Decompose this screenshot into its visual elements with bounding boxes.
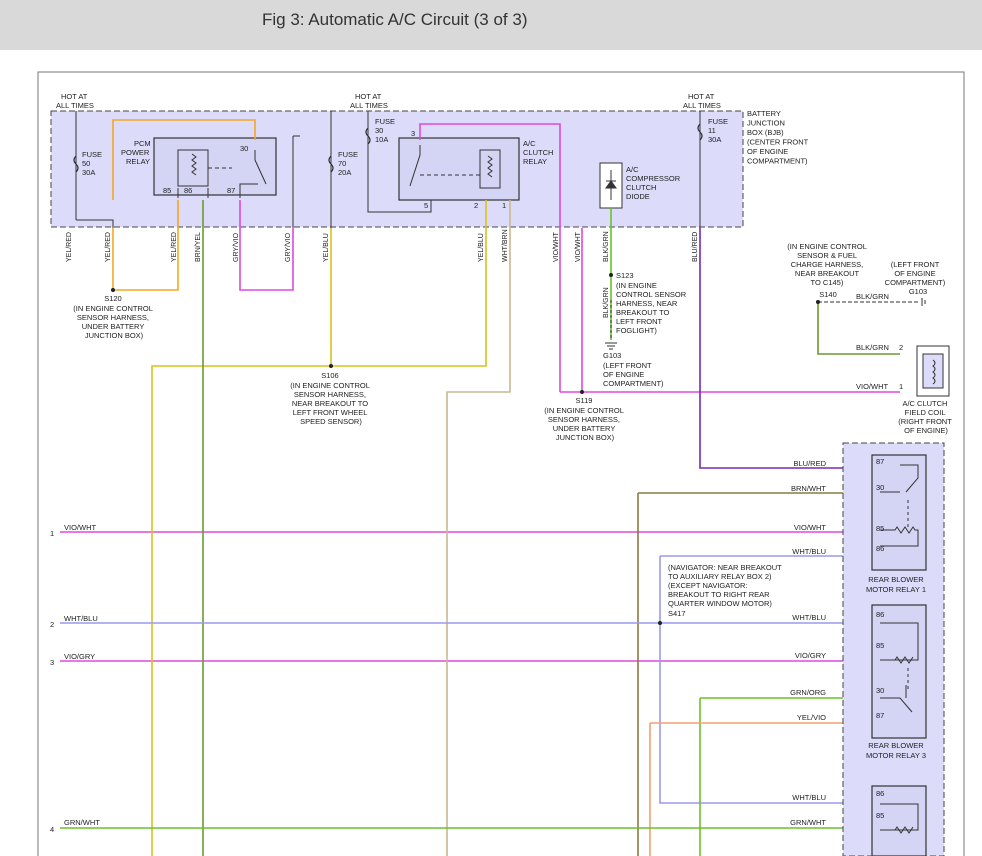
svg-text:3: 3 xyxy=(50,658,54,667)
relay-1-pin-86: 86 xyxy=(876,544,884,553)
ac-pin-1: 1 xyxy=(502,201,506,210)
svg-text:YEL/RED: YEL/RED xyxy=(171,232,178,262)
svg-text:VIO/WHT: VIO/WHT xyxy=(64,523,96,532)
pcm-pin-85: 85 xyxy=(163,186,171,195)
colored-wires xyxy=(60,119,900,856)
coil-pin-1: 1 xyxy=(899,382,903,391)
relay-3-pin-86: 86 xyxy=(876,610,884,619)
hot-label-3: HOT AT ALL TIMES xyxy=(683,92,721,110)
s106-label: S106 (IN ENGINE CONTROL SENSOR HARNESS, … xyxy=(290,371,371,426)
g103-left-label: G103 (LEFT FRONT OF ENGINE COMPARTMENT) xyxy=(603,351,664,388)
s140-label: (IN ENGINE CONTROL SENSOR & FUEL CHARGE … xyxy=(787,242,868,299)
right-wire-labels: BLU/RED BRN/WHT VIO/WHT WHT/BLU WHT/BLU … xyxy=(790,459,826,827)
relay-3-pin-87: 87 xyxy=(876,711,884,720)
svg-text:VIO/WHT: VIO/WHT xyxy=(553,231,560,262)
hot-label-1: HOT AT ALL TIMES xyxy=(56,92,94,110)
svg-text:VIO/WHT: VIO/WHT xyxy=(575,231,582,262)
svg-text:BLU/RED: BLU/RED xyxy=(793,459,826,468)
relay-1-pin-30: 30 xyxy=(876,483,884,492)
relay-1-pin-87: 87 xyxy=(876,457,884,466)
svg-text:WHT/BRN: WHT/BRN xyxy=(502,229,509,262)
hot-label-2: HOT AT ALL TIMES xyxy=(350,92,388,110)
relay-4-pin-86: 86 xyxy=(876,789,884,798)
svg-text:WHT/BLU: WHT/BLU xyxy=(792,793,826,802)
svg-text:BRN/YEL: BRN/YEL xyxy=(195,232,202,262)
svg-text:GRY/VIO: GRY/VIO xyxy=(233,232,240,262)
svg-text:VIO/GRY: VIO/GRY xyxy=(64,652,95,661)
bjb-label: BATTERY JUNCTION BOX (BJB) (CENTER FRONT… xyxy=(747,109,810,166)
svg-text:YEL/VIO: YEL/VIO xyxy=(797,713,826,722)
relay-4-pin-85: 85 xyxy=(876,811,884,820)
relay-1-label: REAR BLOWER MOTOR RELAY 1 xyxy=(866,575,926,594)
pcm-pin-30: 30 xyxy=(240,144,248,153)
g103-right-label: (LEFT FRONT OF ENGINE COMPARTMENT) G103 xyxy=(885,260,948,296)
svg-text:GRY/VIO: GRY/VIO xyxy=(285,232,292,262)
relay-1-pin-85: 85 xyxy=(876,524,884,533)
svg-text:4: 4 xyxy=(50,825,54,834)
relay-3-pin-30: 30 xyxy=(876,686,884,695)
svg-text:VIO/WHT: VIO/WHT xyxy=(794,523,826,532)
relay-3-label: REAR BLOWER MOTOR RELAY 3 xyxy=(866,741,926,760)
s119-label: S119 (IN ENGINE CONTROL SENSOR HARNESS, … xyxy=(544,396,625,442)
ac-clutch-relay xyxy=(398,137,520,201)
ac-pin-2: 2 xyxy=(474,201,478,210)
svg-text:YEL/RED: YEL/RED xyxy=(105,232,112,262)
coil-wire-label-1: BLK/GRN xyxy=(856,343,889,352)
coil-wire-label-2: VIO/WHT xyxy=(856,382,888,391)
svg-text:BLK/GRN: BLK/GRN xyxy=(603,231,610,262)
s123-label: S123 (IN ENGINE CONTROL SENSOR HARNESS, … xyxy=(616,271,688,335)
s120-label: S120 (IN ENGINE CONTROL SENSOR HARNESS, … xyxy=(73,294,154,340)
coil-pin-2: 2 xyxy=(899,343,903,352)
left-rows: 1 VIO/WHT 2 WHT/BLU 3 VIO/GRY 4 GRN/WHT xyxy=(50,523,100,834)
svg-text:2: 2 xyxy=(50,620,54,629)
pcm-pin-87: 87 xyxy=(227,186,235,195)
wiring-diagram: BATTERY JUNCTION BOX (BJB) (CENTER FRONT… xyxy=(37,71,965,856)
relay-3-pin-85: 85 xyxy=(876,641,884,650)
svg-text:BLU/RED: BLU/RED xyxy=(692,232,699,262)
svg-text:YEL/BLU: YEL/BLU xyxy=(323,233,330,262)
svg-text:WHT/BLU: WHT/BLU xyxy=(792,613,826,622)
svg-text:BLK/GRN: BLK/GRN xyxy=(603,287,610,318)
ac-pin-5: 5 xyxy=(424,201,428,210)
ac-pin-3: 3 xyxy=(411,129,415,138)
svg-text:GRN/WHT: GRN/WHT xyxy=(64,818,100,827)
svg-text:WHT/BLU: WHT/BLU xyxy=(792,547,826,556)
pcm-pin-86: 86 xyxy=(184,186,192,195)
svg-text:YEL/BLU: YEL/BLU xyxy=(478,233,485,262)
svg-text:WHT/BLU: WHT/BLU xyxy=(64,614,98,623)
svg-text:1: 1 xyxy=(50,529,54,538)
svg-text:GRN/ORG: GRN/ORG xyxy=(790,688,826,697)
coil-label: A/C CLUTCH FIELD COIL (RIGHT FRONT OF EN… xyxy=(898,399,954,435)
s417-label: (NAVIGATOR: NEAR BREAKOUT TO AUXILIARY R… xyxy=(668,563,784,618)
svg-text:VIO/GRY: VIO/GRY xyxy=(795,651,826,660)
svg-text:BRN/WHT: BRN/WHT xyxy=(791,484,826,493)
svg-text:YEL/RED: YEL/RED xyxy=(66,232,73,262)
svg-text:GRN/WHT: GRN/WHT xyxy=(790,818,826,827)
vertical-wire-labels: YEL/RED YEL/RED YEL/RED BRN/YEL GRY/VIO … xyxy=(66,229,699,318)
blk-grn-horizontal-label: BLK/GRN xyxy=(856,292,889,301)
field-coil-inner xyxy=(922,353,944,389)
